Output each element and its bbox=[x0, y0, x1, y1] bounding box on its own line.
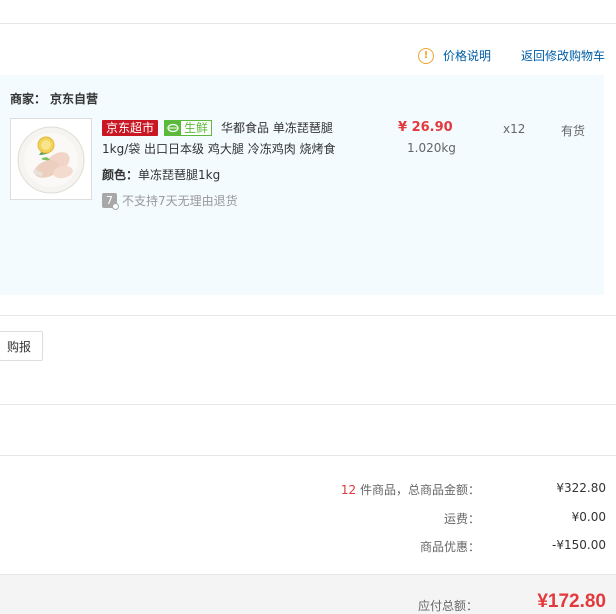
discount-label: 商品优惠： bbox=[419, 540, 480, 554]
back-to-cart-link[interactable]: 返回修改购物车 bbox=[521, 47, 605, 64]
info-icon: ! bbox=[418, 47, 434, 64]
product-name-link[interactable]: 华都食品 单冻琵琶腿 bbox=[221, 119, 333, 136]
product-title-line: 京东超市 生鲜 华都食品 单冻琵琶腿 bbox=[102, 119, 333, 136]
item-count: 12 bbox=[340, 483, 357, 497]
stock-status: 有货 bbox=[561, 124, 586, 138]
color-value: 单冻琵琶腿1kg bbox=[138, 168, 221, 182]
product-thumbnail[interactable] bbox=[10, 118, 92, 200]
price-note-link[interactable]: ! 价格说明 bbox=[418, 47, 491, 64]
top-divider bbox=[0, 23, 616, 24]
return-policy: 7 不支持7天无理由退货 bbox=[102, 192, 238, 210]
color-label: 颜色： bbox=[102, 168, 139, 182]
merchant-name: 京东自营 bbox=[50, 92, 99, 106]
fresh-badge: 生鲜 bbox=[164, 119, 213, 136]
item-quantity: x12 bbox=[503, 122, 526, 136]
product-name-continued[interactable]: 1kg/袋 出口日本级 鸡大腿 冷冻鸡肉 烧烤食 bbox=[102, 140, 336, 157]
no-7day-return-icon: 7 bbox=[102, 193, 119, 210]
return-policy-text: 不支持7天无理由退货 bbox=[122, 194, 238, 208]
discount-value: -¥150.00 bbox=[552, 538, 606, 552]
fresh-badge-label: 生鲜 bbox=[184, 120, 209, 135]
invoice-button[interactable]: 购报销 bbox=[0, 331, 43, 361]
invoice-button-label: 购报销 bbox=[6, 340, 31, 354]
payable-total-bar: 应付总额： ¥172.80 bbox=[0, 574, 616, 614]
discount-row: 商品优惠： -¥150.00 bbox=[0, 538, 616, 556]
shipping-row: 运费： ¥0.00 bbox=[0, 510, 616, 528]
payable-value: ¥172.80 bbox=[537, 591, 606, 612]
summary-divider bbox=[0, 455, 616, 456]
goods-total-value: ¥322.80 bbox=[556, 481, 606, 495]
merchant-label: 商家： bbox=[10, 92, 47, 106]
section-divider bbox=[0, 404, 616, 405]
jd-supermarket-badge: 京东超市 bbox=[102, 119, 159, 136]
goods-total-label: 12 件商品，总商品金额： bbox=[340, 483, 480, 497]
shipping-label: 运费： bbox=[443, 512, 480, 526]
order-checkout-page: ! 价格说明 返回修改购物车 商家： 京东自营 京东超市 生鲜 华都食品 单冻琵… bbox=[0, 0, 616, 614]
product-image bbox=[11, 119, 91, 199]
merchant-line: 商家： 京东自营 bbox=[10, 90, 98, 107]
product-color: 颜色：单冻琵琶腿1kg bbox=[102, 166, 220, 183]
item-weight: 1.020kg bbox=[407, 141, 456, 155]
payable-label: 应付总额： bbox=[417, 599, 478, 613]
shop-block: 商家： 京东自营 京东超市 生鲜 华都食品 单冻琵琶腿 1kg/袋 出口日本级 … bbox=[0, 75, 604, 295]
price-note-label[interactable]: 价格说明 bbox=[443, 47, 491, 64]
goods-total-row: 12 件商品，总商品金额： ¥322.80 bbox=[0, 481, 616, 499]
fresh-leaf-icon bbox=[165, 120, 182, 135]
shipping-value: ¥0.00 bbox=[571, 510, 606, 524]
unit-price: ¥ 26.90 bbox=[398, 120, 453, 135]
invoice-divider bbox=[0, 315, 616, 316]
